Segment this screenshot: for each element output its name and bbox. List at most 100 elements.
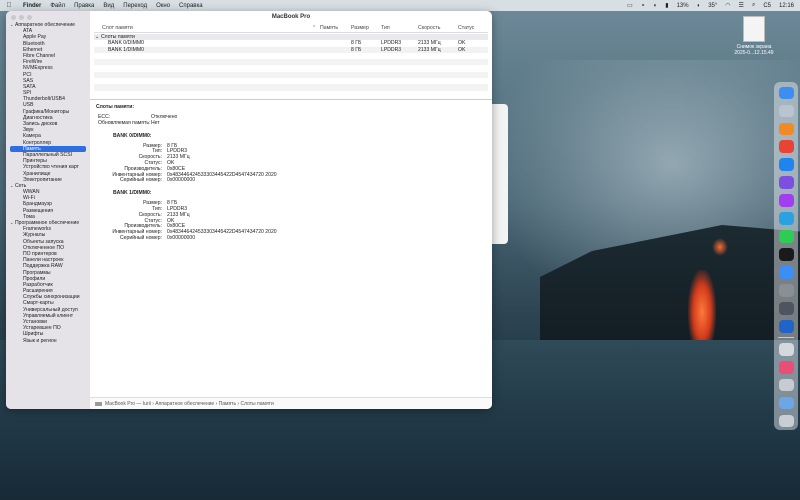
status-icon[interactable]: ⚬ [641, 2, 646, 9]
apple-menu-icon[interactable]:  [4, 2, 14, 9]
menu-file[interactable]: Файл [50, 3, 65, 9]
memory-banks: BANK 0/DIMM0: Размер: 8 ГБ Тип: LPDDR3 Скорос… [96, 133, 486, 242]
menu-go[interactable]: Переход [123, 3, 147, 9]
bank-title: BANK 0/DIMM0: [113, 132, 152, 139]
status-icon[interactable]: ▭ [627, 2, 633, 9]
sidebar-item-label: WWAN [23, 189, 40, 196]
sidebar-item-label: Контроллер [23, 139, 52, 146]
sidebar-item-label: Язык и регион [23, 337, 57, 344]
sidebar-item-label: Электропитание [23, 176, 62, 183]
cell-speed: 2133 МГц [418, 46, 441, 53]
sidebar-item-label: Расширения [23, 288, 53, 295]
telegram-icon[interactable] [778, 212, 794, 226]
trash-icon[interactable] [778, 414, 794, 428]
menu-edit[interactable]: Правка [74, 3, 94, 9]
field-key: Серийный номер: [120, 177, 162, 184]
menu-view[interactable]: Вид [103, 3, 114, 9]
sidebar-item-label: PCI [23, 71, 32, 78]
menu-app-name[interactable]: Finder [23, 3, 41, 9]
sidebar-item[interactable]: Язык и регион [6, 338, 90, 344]
messenger-icon[interactable] [778, 194, 794, 208]
battery-icon[interactable]: ▮ [665, 2, 668, 9]
path-bar: MacBook Pro — Iurii › Аппаратное обеспеч… [90, 397, 492, 409]
sidebar-item-label: Объекты запуска [23, 238, 64, 245]
pane-splitter[interactable] [90, 99, 492, 100]
menu-clock[interactable]: 12:16 [779, 3, 794, 9]
window-app-icon[interactable] [778, 342, 794, 356]
status-icon[interactable]: ◐ [654, 3, 658, 9]
memory-table: ⌄ Слоты памяти BANK 0/DIMM0 8 ГБ LPDDR3 … [94, 34, 488, 97]
sidebar-item-label: Хранилище [23, 170, 51, 177]
close-button[interactable] [11, 15, 16, 20]
quicktime-icon[interactable] [778, 319, 794, 333]
table-row[interactable]: BANK 1/DIMM0 8 ГБ LPDDR3 2133 МГц OK [94, 46, 488, 53]
sidebar-item-label: Frameworks [23, 226, 52, 233]
sidebar-item-label: Звук [23, 127, 34, 134]
control-center-icon[interactable]: ☰ [739, 2, 744, 9]
sidebar-item-label: Камера [23, 133, 41, 140]
field-value: 0x00000000 [167, 234, 196, 241]
mail-icon[interactable] [778, 266, 794, 279]
sidebar-item[interactable]: Контроллер [6, 140, 90, 146]
whatsapp-icon[interactable] [778, 230, 794, 243]
cell-slot: BANK 1/DIMM0 [108, 46, 144, 53]
sidebar-item-label: NVMExpress [23, 65, 53, 72]
search-icon[interactable]: ⌕ [752, 2, 755, 9]
column-header-type[interactable]: Тип [381, 23, 390, 33]
spotify-icon[interactable] [778, 248, 794, 261]
menu-window[interactable]: Окно [156, 3, 170, 9]
wifi-icon[interactable]: ◠ [725, 2, 730, 9]
sidebar-item-label: Смарт-карты [23, 300, 54, 307]
field-value: 0x00000000 [167, 177, 196, 184]
sidebar-item-label: Разработчик [23, 281, 53, 288]
column-header-speed[interactable]: Скорость [418, 23, 440, 33]
settings-icon[interactable] [778, 284, 794, 297]
sidebar-item-label: Журналы [23, 232, 46, 239]
sidebar-item-label: FireWire [23, 59, 43, 66]
sidebar-item-label: Apple Pay [23, 34, 47, 41]
desktop-screenshot-file[interactable]: Снимок экрана 2025-0...12.15.49 [724, 16, 784, 56]
sidebar-item-label: Ethernet [23, 46, 43, 53]
column-header-slot[interactable]: Слот памяти [102, 23, 133, 33]
sidebar-item-label: Аппаратное обеспечение [15, 22, 76, 28]
menu-day: C5 [763, 2, 771, 9]
sidebar-item-label: Службы синхронизации [23, 294, 80, 301]
sidebar-item-label: Управляемый клиент [23, 312, 74, 319]
bank-field-row: Серийный номер: 0x00000000 [96, 178, 486, 184]
column-header-status[interactable]: Статус [458, 23, 474, 33]
path-text[interactable]: MacBook Pro — Iurii › Аппаратное обеспеч… [105, 401, 274, 407]
safari-icon[interactable] [778, 158, 794, 172]
sidebar-item-label: Графика/Мониторы [23, 108, 70, 115]
window-title: MacBook Pro [271, 14, 311, 20]
table-header: Слот памяти ⌃ Память Размер Тип Скорость… [94, 23, 488, 33]
photos-icon[interactable] [778, 360, 794, 374]
minimize-button[interactable] [19, 15, 24, 20]
zoom-button[interactable] [27, 15, 32, 20]
details-pane: Слоты памяти: ECC: Отключено Обновляемая… [96, 104, 486, 242]
sidebar-tree: ⌄ Аппаратное обеспечение ATA Apple Pay Bluet… [6, 22, 90, 344]
column-header-size[interactable]: Размер [351, 23, 369, 33]
menu-extras: ▭ ⚬ ◐ ▮ 13% ◗ 35° ◠ ☰ ⌕ C5 12:16 [627, 0, 794, 11]
sidebar-item-label: Сеть [15, 182, 27, 189]
sidebar-item-label: Программное обеспечение [15, 220, 80, 226]
sidebar-item-label: Профили [23, 275, 46, 282]
sidebar-item-label: Поддержка RAW [23, 263, 63, 270]
chrome-icon[interactable] [778, 140, 794, 154]
volume-icon[interactable]: ◗ [697, 3, 701, 9]
sidebar-item-label: Fibre Channel [23, 52, 55, 59]
dock [774, 82, 798, 430]
sort-indicator-icon: ⌃ [312, 25, 317, 31]
finder-icon[interactable] [778, 86, 794, 100]
laptop-icon [95, 401, 102, 406]
app-grid-icon[interactable] [778, 122, 794, 136]
sidebar-item-label: USB [23, 102, 34, 109]
sidebar-item-label: Панели настроек [23, 257, 64, 264]
folder-icon[interactable] [778, 396, 794, 410]
column-header-memory[interactable]: Память [320, 23, 338, 33]
launchpad-icon[interactable] [778, 104, 794, 118]
battery-percent: 13% [676, 2, 689, 9]
sequel-icon[interactable] [778, 302, 794, 315]
preview-icon[interactable] [778, 378, 794, 392]
viber-icon[interactable] [778, 176, 794, 190]
menu-help[interactable]: Справка [179, 3, 203, 9]
